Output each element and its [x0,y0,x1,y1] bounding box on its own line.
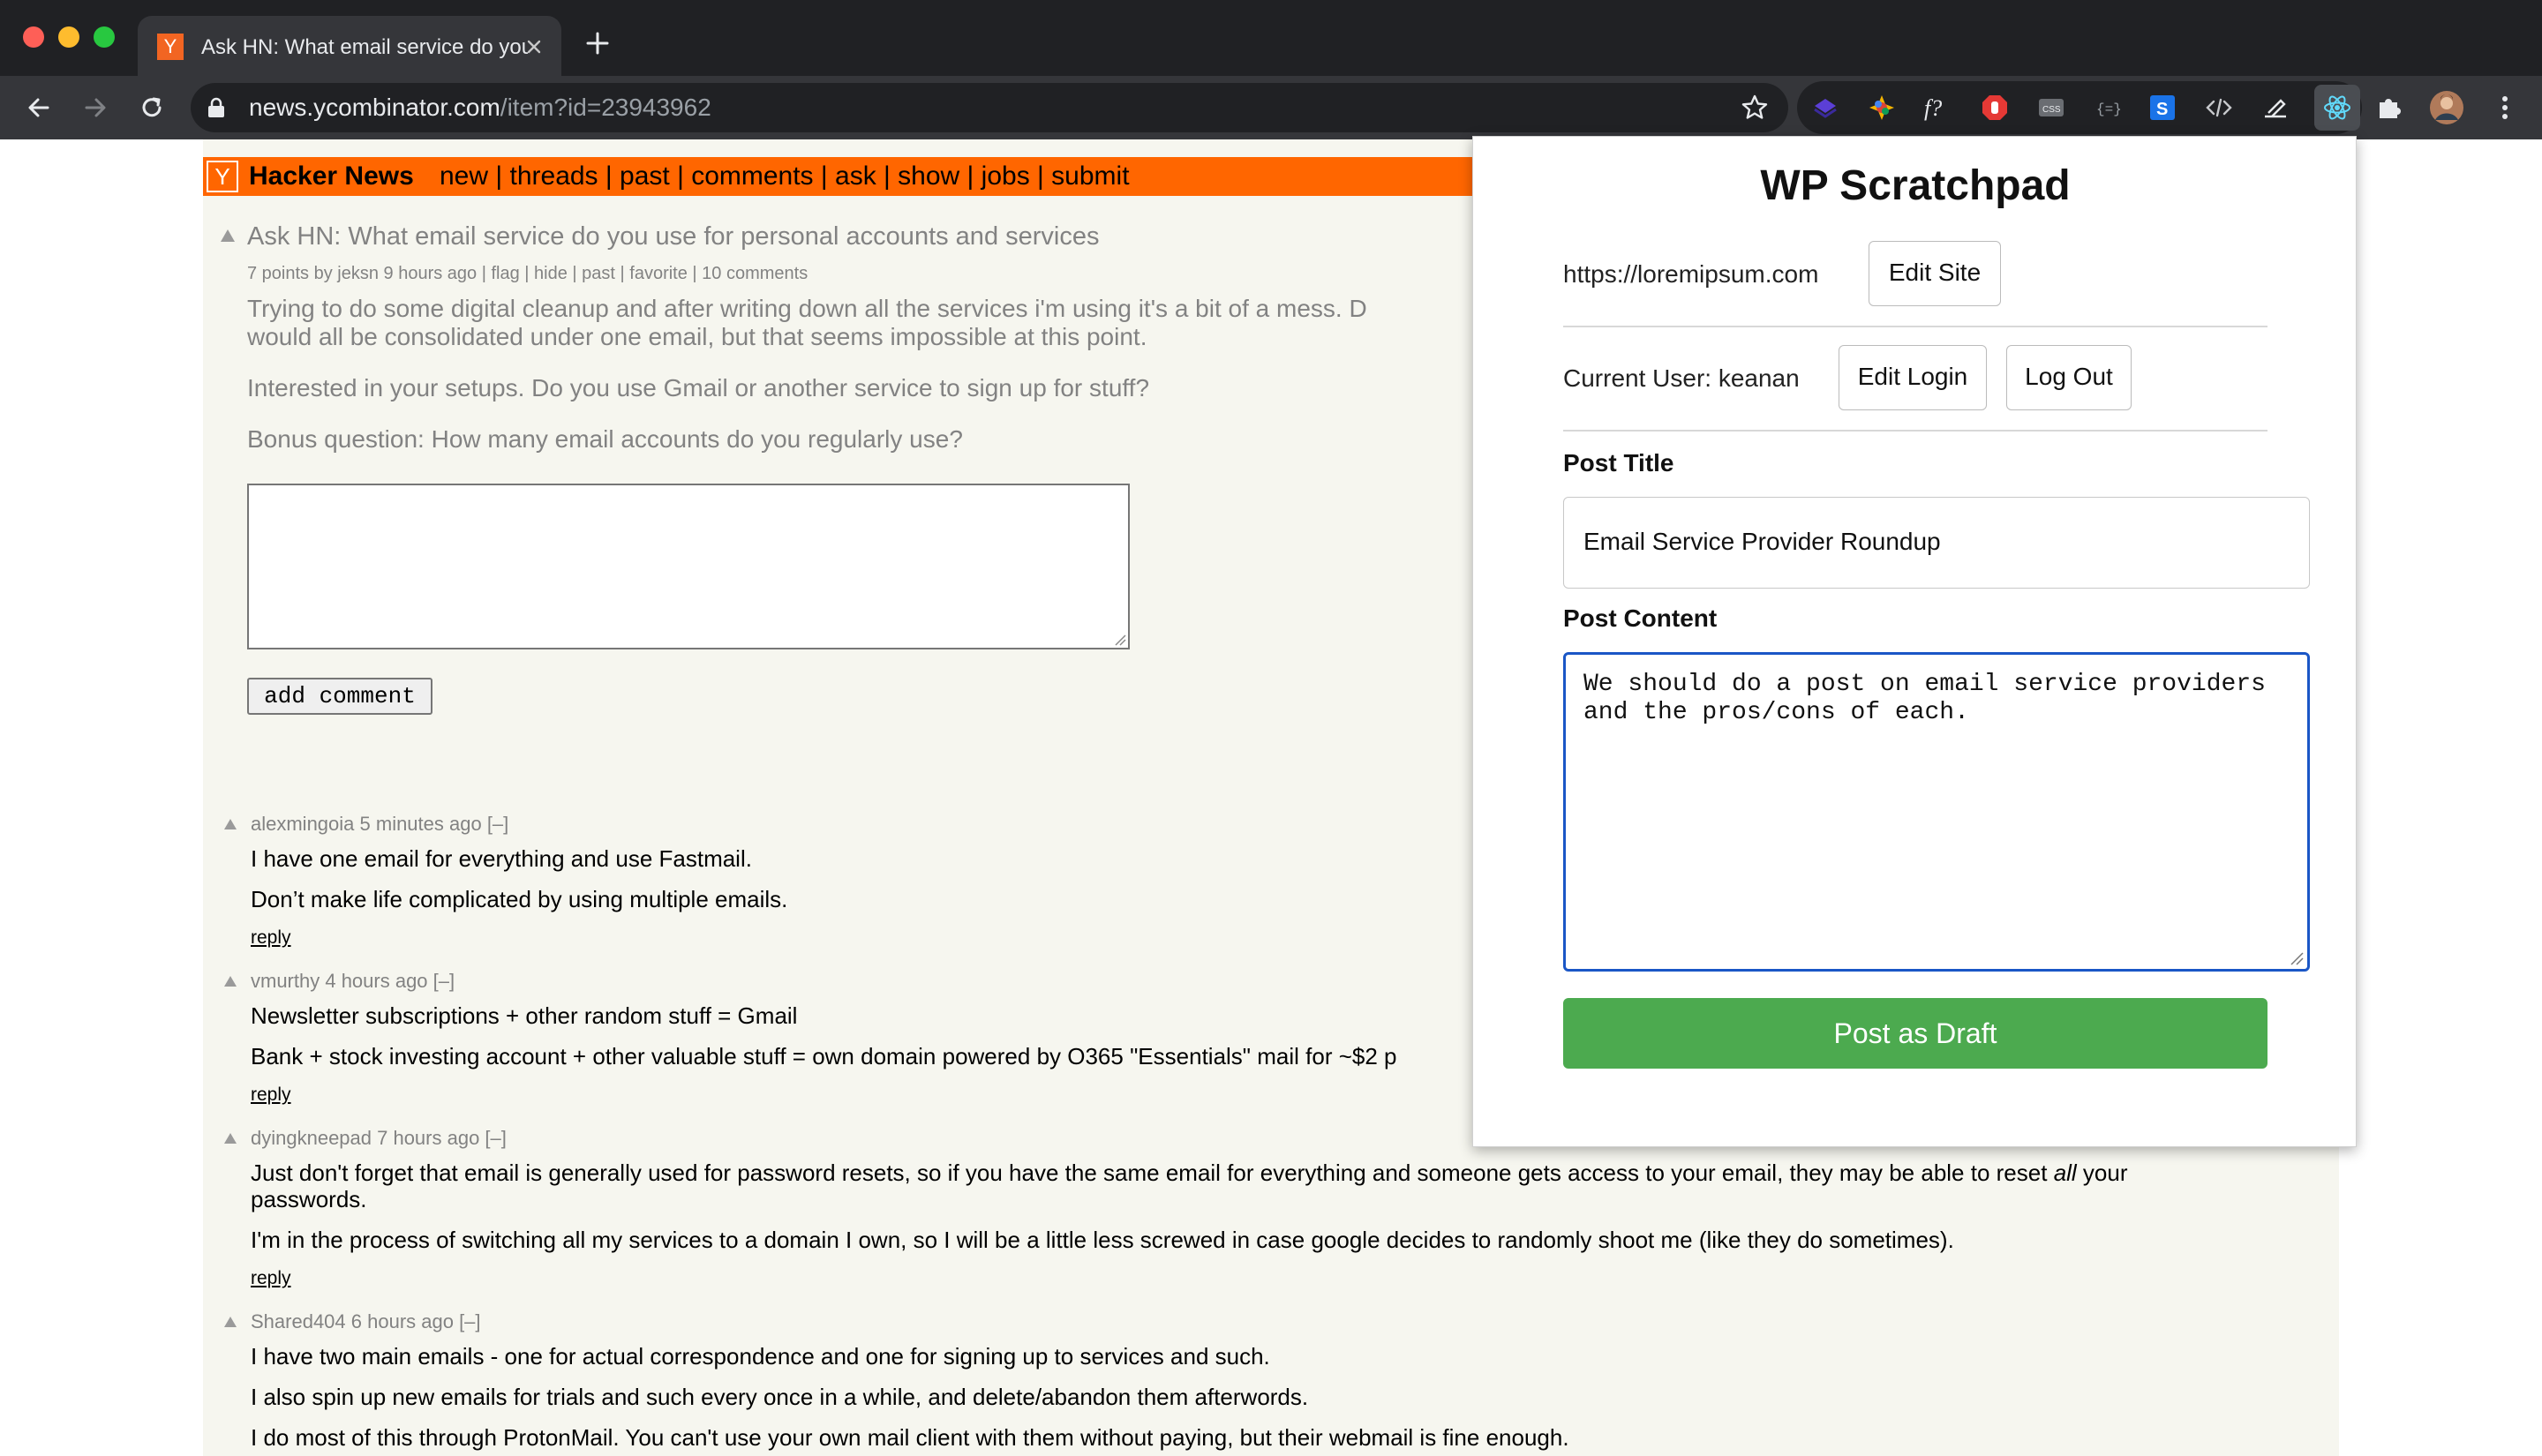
resize-handle-icon[interactable] [1114,634,1126,646]
post-content-label: Post Content [1563,604,1718,632]
forward-arrow-icon[interactable] [79,92,111,124]
add-comment-button[interactable]: add comment [247,678,432,715]
comment-textarea[interactable] [247,484,1130,649]
minimize-window-button[interactable] [58,26,79,48]
comment-text: I have two main emails - one for actual … [251,1343,1270,1370]
svg-text:{=}: {=} [2096,101,2122,117]
new-tab-plus-icon[interactable] [584,30,611,56]
comment-text: Just don't forget that email is generall… [251,1160,2128,1186]
close-window-button[interactable] [23,26,44,48]
popup-title: WP Scratchpad [1760,162,2071,209]
story-text-line: Trying to do some digital cleanup and af… [247,295,1367,322]
browser-toolbar: news.ycombinator.com/item?id=23943962 f?… [0,76,2542,139]
svg-text:S: S [2156,100,2168,119]
profile-avatar[interactable] [2429,90,2464,125]
bookmark-star-icon[interactable] [1741,94,1769,122]
post-title-label: Post Title [1563,449,1674,477]
post-title-input[interactable]: Email Service Provider Roundup [1563,497,2310,589]
post-content-text: We should do a post on email service pro… [1583,671,2266,726]
story-subtext[interactable]: 7 points by jeksn 9 hours ago | flag | h… [247,261,808,286]
extension-react-icon[interactable] [2314,85,2360,131]
hn-brand-link[interactable]: Hacker News [249,161,414,192]
comment-header[interactable]: Shared404 6 hours ago [–] [251,1310,481,1334]
window-titlebar: Y Ask HN: What email service do you use … [0,0,2542,76]
reply-link[interactable]: reply [251,1267,291,1290]
tab-title: Ask HN: What email service do you use fo… [201,35,528,59]
reply-link[interactable]: reply [251,927,291,949]
wp-scratchpad-popup: WP Scratchpad https://loremipsum.com Edi… [1472,136,2357,1147]
edit-login-button[interactable]: Edit Login [1839,345,1987,410]
maximize-window-button[interactable] [94,26,115,48]
extension-stop-hand-icon[interactable] [1977,90,2012,125]
edit-site-button[interactable]: Edit Site [1869,241,2001,306]
current-user-label: Current User: keanan [1563,364,1800,392]
extension-code-icon[interactable] [2201,90,2237,125]
browser-menu-icon[interactable] [2487,90,2523,125]
comment-upvote-icon[interactable] [224,976,237,987]
comment-upvote-icon[interactable] [224,1317,237,1327]
url-text: news.ycombinator.com/item?id=23943962 [249,94,711,121]
log-out-button[interactable]: Log Out [2006,345,2132,410]
comment-text: passwords. [251,1186,367,1212]
extension-brackets-icon[interactable]: {=} [2090,90,2125,125]
extension-formula-icon[interactable]: f? [1921,90,1956,125]
story-text-line: would all be consolidated under one emai… [247,323,1147,350]
extension-colorwheel-icon[interactable] [1864,90,1899,125]
extension-css-icon[interactable]: CSS [2034,90,2069,125]
story-text-line: Bonus question: How many email accounts … [247,425,963,453]
story-title[interactable]: Ask HN: What email service do you use fo… [247,221,1099,252]
story-upvote-icon[interactable] [221,229,235,242]
hn-logo-icon[interactable]: Y [207,161,238,192]
comment-upvote-icon[interactable] [224,819,237,829]
extension-editor-icon[interactable] [2258,90,2293,125]
extension-stack-icon[interactable] [1808,90,1843,125]
comment-text: I'm in the process of switching all my s… [251,1227,1954,1253]
resize-handle-icon[interactable] [2290,951,2304,965]
address-bar[interactable]: news.ycombinator.com/item?id=23943962 [191,83,1788,132]
lock-icon[interactable] [207,97,226,118]
browser-tab-active[interactable]: Y Ask HN: What email service do you use … [138,16,561,76]
comment-text: I do most of this through ProtonMail. Yo… [251,1424,1569,1451]
hn-nav-links[interactable]: new | threads | past | comments | ask | … [440,161,1130,192]
divider [1563,430,2267,432]
post-as-draft-button[interactable]: Post as Draft [1563,998,2267,1069]
story-text-line: Interested in your setups. Do you use Gm… [247,374,1150,402]
post-content-textarea[interactable]: We should do a post on email service pro… [1563,652,2310,972]
reload-icon[interactable] [136,92,168,124]
comment-header[interactable]: dyingkneepad 7 hours ago [–] [251,1126,507,1151]
tab-close-icon[interactable] [523,35,545,58]
site-url: https://loremipsum.com [1563,260,1819,288]
back-arrow-icon[interactable] [23,92,55,124]
comment-text: I also spin up new emails for trials and… [251,1384,1309,1410]
extension-s-icon[interactable]: S [2145,90,2180,125]
comment-upvote-icon[interactable] [224,1133,237,1144]
comment-header[interactable]: alexmingoia 5 minutes ago [–] [251,812,508,837]
extensions-puzzle-icon[interactable] [2371,90,2406,125]
comment-header[interactable]: vmurthy 4 hours ago [–] [251,969,455,994]
svg-text:f?: f? [1924,95,1942,121]
svg-text:CSS: CSS [2042,105,2061,115]
hn-favicon-icon: Y [157,34,184,60]
reply-link[interactable]: reply [251,1084,291,1107]
divider [1563,326,2267,327]
